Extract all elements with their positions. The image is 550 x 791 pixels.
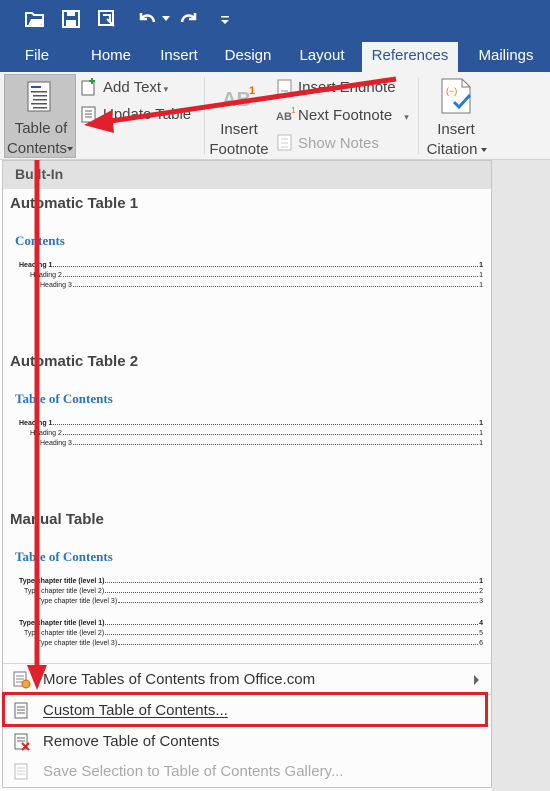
chevron-down-icon (481, 148, 487, 152)
ribbon-separator (204, 78, 205, 154)
toc-preview-line: Type chapter title (level 3) 6 (37, 640, 483, 647)
toc-preview-line: Heading 21 (30, 430, 483, 437)
insert-footnote-line2[interactable]: Footnote (206, 140, 272, 160)
toc-preview-line: Type chapter title (level 2) 5 (24, 630, 483, 637)
submenu-arrow-icon (474, 675, 479, 685)
redo-icon[interactable] (176, 6, 202, 32)
toc-preview-line: Type chapter title (level 2) 2 (24, 588, 483, 595)
table-of-contents-button[interactable]: Table of Contents (4, 74, 76, 158)
save-icon[interactable] (58, 6, 84, 32)
touch-mode-icon[interactable] (94, 6, 120, 32)
next-footnote-button[interactable]: Next Footnote ▾ (298, 106, 409, 127)
toc-preview-heading: Contents (15, 233, 65, 248)
save-selection-icon (13, 763, 31, 781)
next-footnote-icon: AB 1 (276, 106, 296, 129)
tab-file[interactable]: File (14, 40, 60, 72)
tab-mailings[interactable]: Mailings (468, 40, 544, 72)
toc-label-line1: Table of (14, 120, 68, 137)
more-tables-menu-item[interactable]: More Tables of Contents from Office.com (3, 666, 491, 694)
document-background (492, 160, 550, 791)
svg-text:AB: AB (276, 111, 292, 123)
toc-label-line2: Contents (6, 140, 68, 157)
update-table-icon (80, 105, 98, 128)
show-notes-button[interactable]: Show Notes (298, 134, 379, 154)
section-header-label: Built-In (15, 166, 64, 182)
toc-preview-heading: Table of Contents (15, 391, 113, 406)
menu-separator (3, 663, 491, 664)
toc-preview-line: Type chapter title (level 1) 4 (19, 620, 483, 627)
insert-footnote-icon: AB 1 (222, 84, 256, 115)
remove-table-label: Remove Table of Contents (43, 733, 220, 750)
ribbon-separator (418, 78, 419, 154)
tab-home[interactable]: Home (82, 40, 140, 72)
gallery-title: Automatic Table 2 (10, 353, 139, 370)
undo-dropdown-icon[interactable] (160, 6, 172, 32)
gallery-title: Automatic Table 1 (10, 195, 139, 212)
save-selection-label: Save Selection to Table of Contents Gall… (43, 763, 344, 780)
toc-preview-line: Type chapter title (level 1) 1 (19, 578, 483, 585)
toc-preview-line: Heading 11 (19, 262, 483, 269)
more-tables-label: More Tables of Contents from Office.com (43, 671, 316, 688)
table-of-contents-icon (27, 81, 53, 118)
insert-endnote-button[interactable]: Insert Endnote (298, 78, 396, 98)
office-com-icon (13, 671, 31, 689)
tab-design[interactable]: Design (218, 40, 278, 72)
insert-citation-line1[interactable]: Insert (424, 120, 488, 140)
tab-layout[interactable]: Layout (292, 40, 352, 72)
open-folder-icon[interactable] (22, 6, 48, 32)
toc-preview-line: Heading 31 (40, 440, 483, 447)
add-text-icon (80, 78, 98, 101)
toc-preview-line: Type chapter title (level 3) 3 (37, 598, 483, 605)
svg-text:1: 1 (291, 106, 296, 115)
customize-icon[interactable] (216, 6, 234, 32)
tab-insert[interactable]: Insert (152, 40, 206, 72)
section-header: Built-In (3, 161, 491, 189)
chevron-down-icon (67, 147, 73, 151)
svg-text:(−): (−) (446, 86, 457, 96)
svg-text:1: 1 (249, 85, 255, 97)
svg-text:AB: AB (222, 89, 251, 110)
insert-footnote-line1[interactable]: Insert (206, 120, 272, 140)
gallery-title: Manual Table (10, 511, 104, 528)
show-notes-icon (277, 134, 293, 157)
insert-citation-icon: (−) (440, 78, 476, 119)
title-bar (0, 0, 550, 40)
toc-preview-heading: Table of Contents (15, 549, 113, 564)
toc-preview-line: Heading 31 (40, 282, 483, 289)
save-selection-menu-item[interactable]: Save Selection to Table of Contents Gall… (3, 758, 491, 786)
add-text-button[interactable]: Add Text ▾ (103, 78, 168, 99)
next-footnote-label: Next Footnote (298, 107, 393, 124)
tab-references[interactable]: References (362, 42, 458, 72)
remove-toc-icon (13, 733, 31, 751)
undo-icon[interactable] (134, 6, 160, 32)
insert-citation-line2[interactable]: Citation (420, 140, 484, 160)
update-table-button[interactable]: Update Table (103, 105, 191, 125)
ribbon: Table of Contents Add Text ▾ Update Tabl… (0, 72, 550, 160)
insert-endnote-icon (276, 78, 294, 101)
toc-preview-line: Heading 11 (19, 420, 483, 427)
remove-table-of-contents-menu-item[interactable]: Remove Table of Contents (3, 728, 491, 756)
add-text-label: Add Text (103, 79, 162, 96)
ribbon-tabs: File Home Insert Design Layout Reference… (0, 40, 550, 72)
annotation-highlight-box (2, 692, 488, 727)
toc-preview-line: Heading 21 (30, 272, 483, 279)
